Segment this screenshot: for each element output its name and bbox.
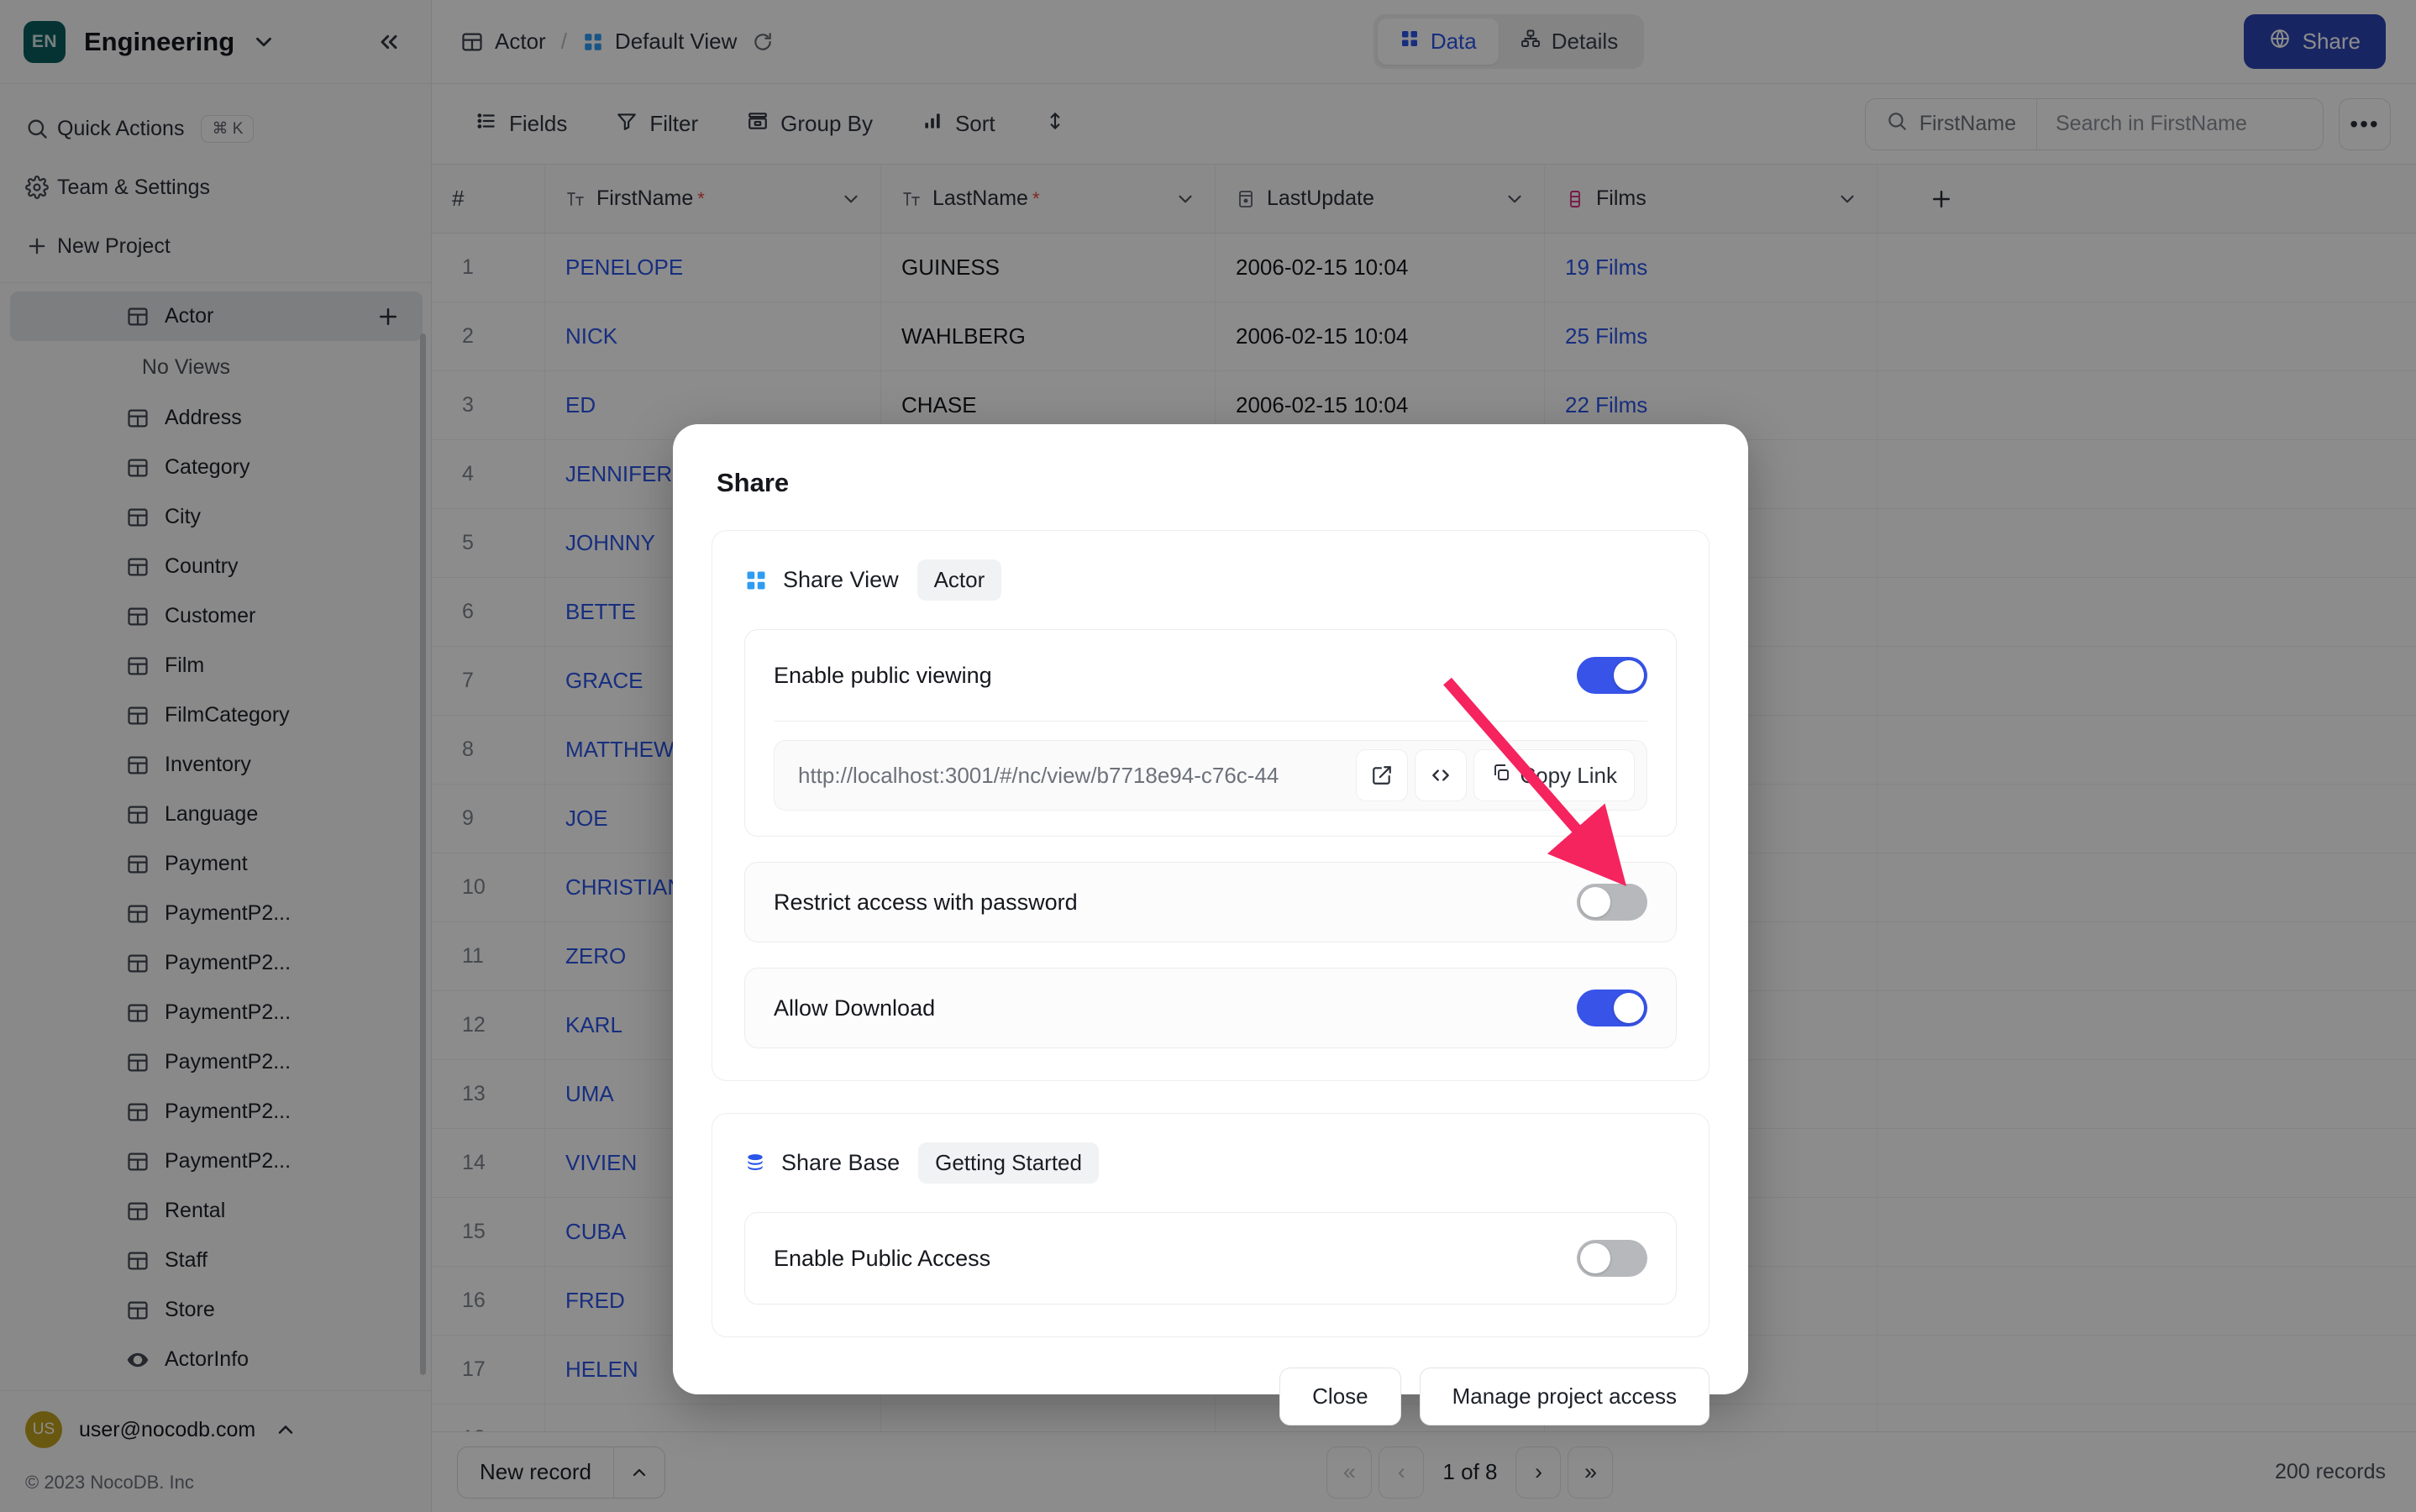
public-access-row: Enable Public Access [774, 1213, 1647, 1304]
share-view-label: Share View [783, 567, 899, 592]
toggle-knob [1614, 993, 1644, 1023]
public-viewing-toggle[interactable] [1577, 657, 1647, 694]
divider [774, 721, 1647, 722]
modal-title: Share [717, 468, 790, 497]
manage-project-access-button[interactable]: Manage project access [1419, 1368, 1710, 1425]
share-view-card: Share View Actor Enable public viewing h… [712, 530, 1710, 1081]
public-access-label: Enable Public Access [774, 1245, 991, 1271]
share-base-card: Share Base Getting Started Enable Public… [712, 1113, 1710, 1337]
allow-download-label: Allow Download [774, 995, 936, 1021]
toggle-knob [1580, 887, 1610, 917]
copy-icon [1491, 763, 1511, 789]
copy-link-label: Copy Link [1520, 762, 1617, 788]
public-access-toggle[interactable] [1577, 1240, 1647, 1277]
restrict-password-label: Restrict access with password [774, 889, 1078, 915]
toggle-knob [1580, 1243, 1610, 1273]
share-base-chip: Getting Started [918, 1142, 1099, 1184]
share-view-header: Share View Actor [744, 559, 1677, 601]
restrict-password-row: Restrict access with password [744, 862, 1677, 942]
copy-link-button[interactable]: Copy Link [1473, 749, 1635, 801]
share-view-chip: Actor [917, 559, 1002, 601]
toggle-knob [1614, 660, 1644, 690]
close-button[interactable]: Close [1279, 1368, 1401, 1425]
embed-code-icon[interactable] [1415, 749, 1468, 801]
allow-download-row: Allow Download [744, 968, 1677, 1048]
share-base-label: Share Base [781, 1150, 901, 1175]
public-viewing-label: Enable public viewing [774, 662, 992, 688]
modal-footer: Close Manage project access [712, 1337, 1710, 1425]
share-modal: Share Share View Actor Enable public vie… [673, 424, 1748, 1425]
public-viewing-row: Enable public viewing [774, 630, 1647, 721]
restrict-password-toggle[interactable] [1577, 884, 1647, 921]
database-icon [744, 1152, 766, 1175]
share-url-text[interactable]: http://localhost:3001/#/nc/view/b7718e94… [798, 763, 1349, 789]
public-viewing-panel: Enable public viewing http://localhost:3… [744, 629, 1677, 837]
public-access-panel: Enable Public Access [744, 1212, 1677, 1305]
grid-view-icon [744, 569, 768, 592]
share-url-bar: http://localhost:3001/#/nc/view/b7718e94… [774, 740, 1647, 811]
share-base-header: Share Base Getting Started [744, 1142, 1677, 1184]
open-in-new-icon[interactable] [1356, 749, 1409, 801]
allow-download-toggle[interactable] [1577, 990, 1647, 1026]
app-root: EN Engineering Quick Actions ⌘ K Team & … [0, 0, 2416, 1512]
